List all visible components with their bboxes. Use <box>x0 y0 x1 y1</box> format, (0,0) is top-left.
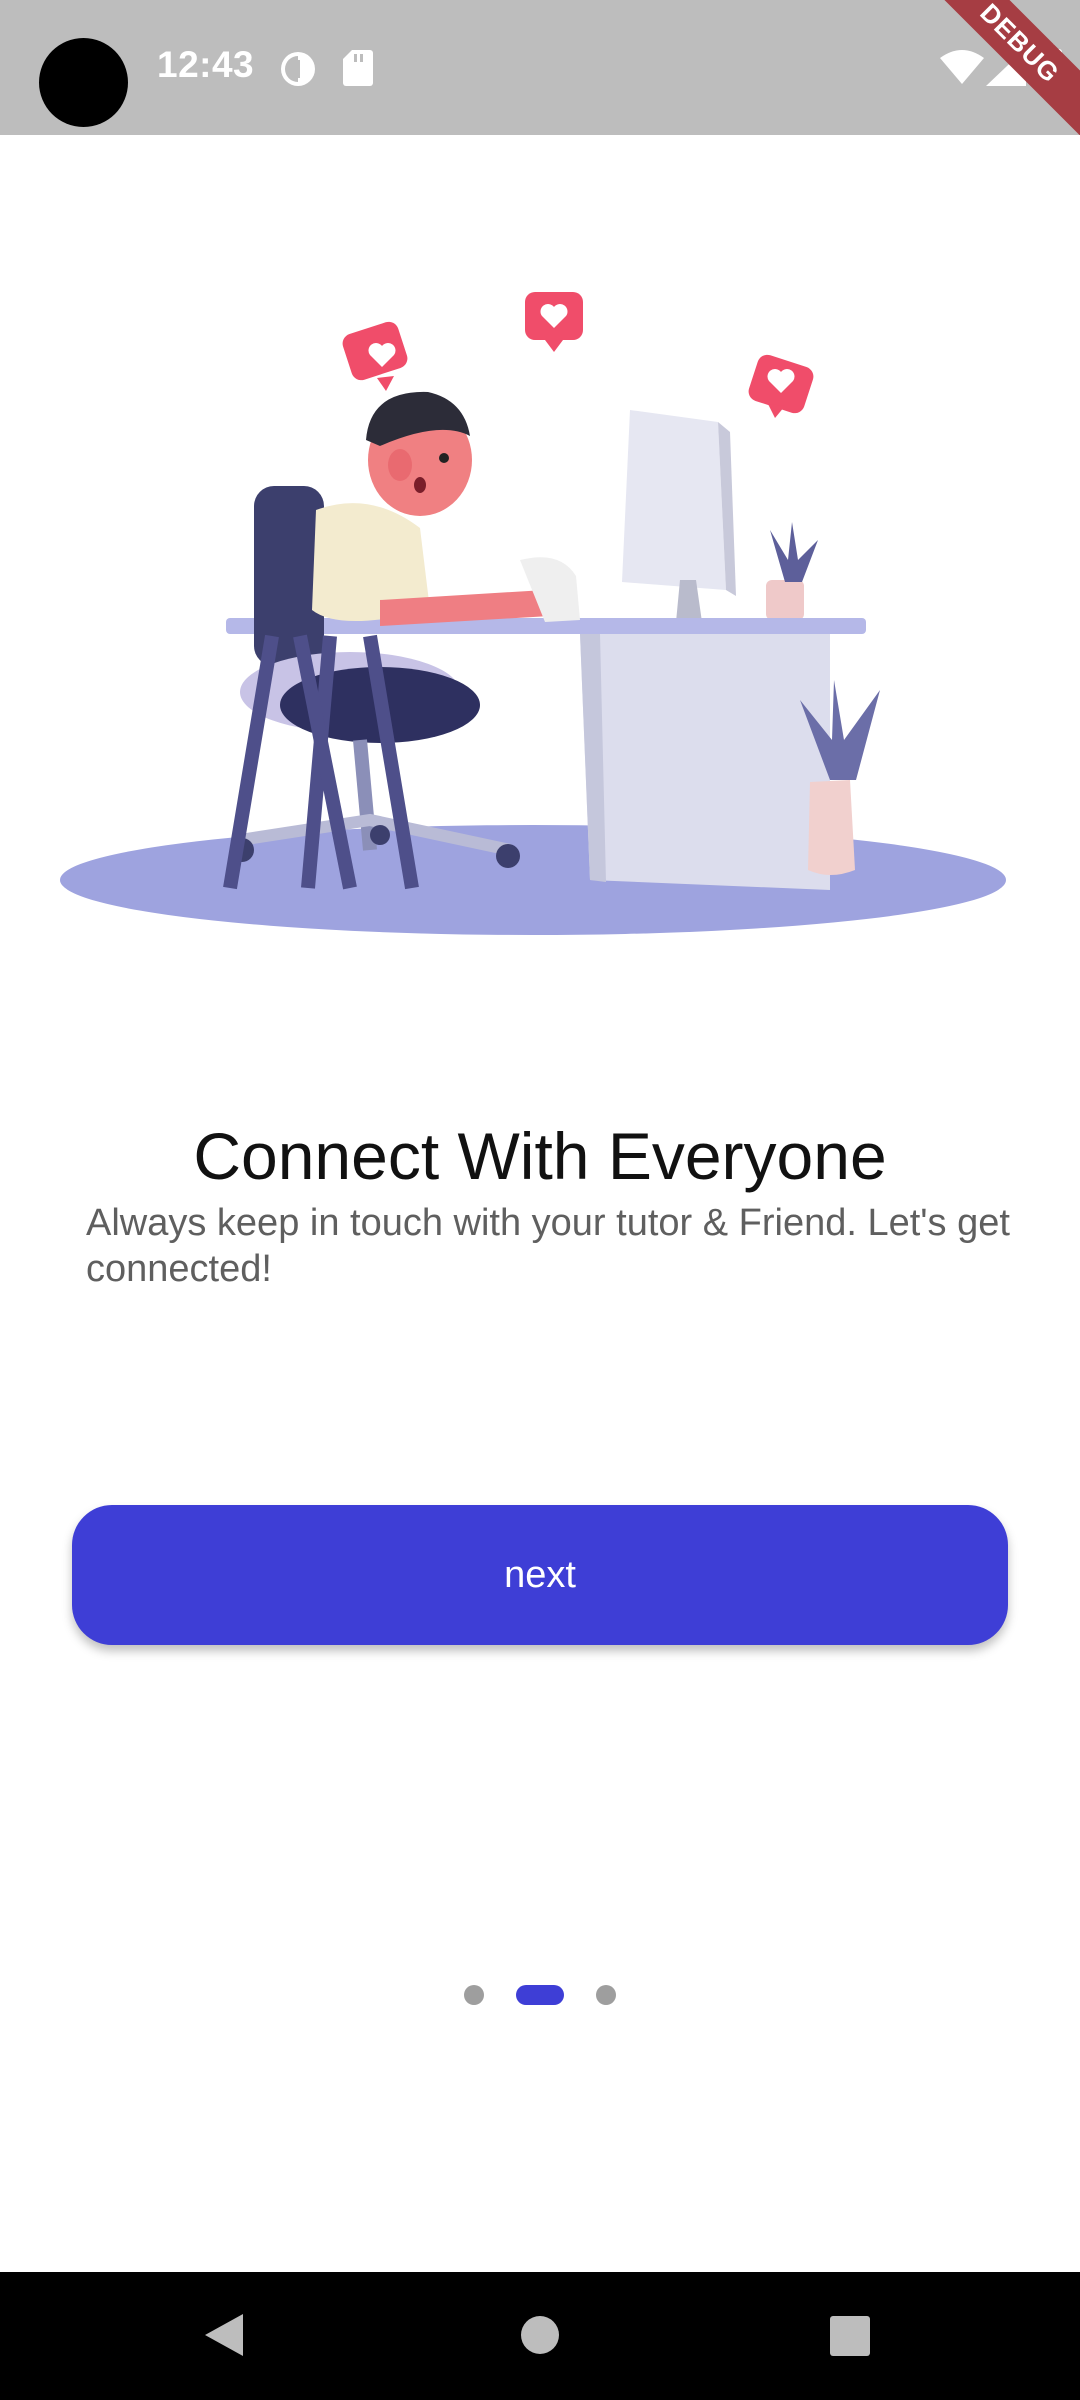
page-dot-3[interactable] <box>596 1985 616 2005</box>
home-icon[interactable] <box>521 2316 559 2354</box>
navigation-bar <box>0 2272 1080 2400</box>
status-bar: 12:43 DEBUG <box>0 0 1080 135</box>
status-time: 12:43 <box>157 44 255 85</box>
sd-card-icon <box>343 50 373 86</box>
wifi-icon <box>940 50 984 84</box>
page-dot-1[interactable] <box>464 1985 484 2005</box>
next-button[interactable]: next <box>72 1505 1008 1645</box>
back-icon[interactable] <box>205 2314 243 2356</box>
page-description: Always keep in touch with your tutor & F… <box>86 1202 1010 1290</box>
camera-cutout <box>39 38 128 127</box>
person-at-desk-illustration <box>60 292 1006 935</box>
recent-apps-icon[interactable] <box>830 2316 870 2356</box>
page-dot-2-active[interactable] <box>516 1985 564 2005</box>
heart-bubble-icon <box>525 292 583 352</box>
heart-bubble-icon <box>342 321 408 391</box>
data-saver-icon <box>281 52 315 86</box>
heart-bubble-icon <box>748 354 814 418</box>
page-title: Connect With Everyone <box>193 1119 887 1193</box>
